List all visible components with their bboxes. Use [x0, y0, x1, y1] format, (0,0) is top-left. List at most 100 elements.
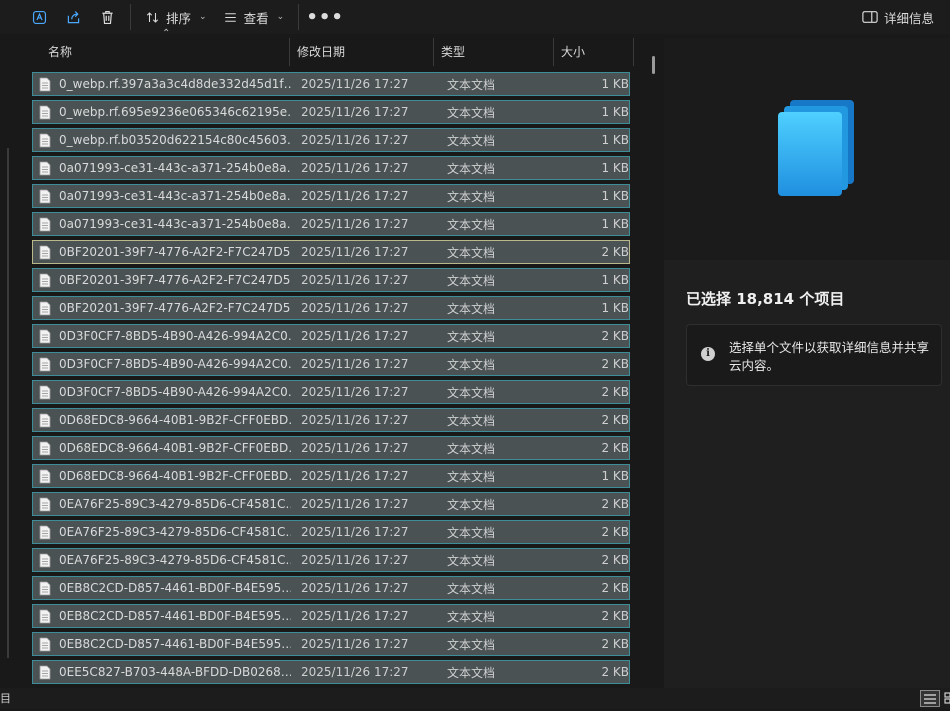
file-row[interactable]: 0EE5C827-B703-448A-BFDD-DB0268… 2025/11/2…: [32, 660, 630, 684]
file-list: ⌃ 名称 修改日期 类型 大小 0_webp.rf.397a3a3c4d8de3…: [0, 28, 662, 688]
tiles-view-button[interactable]: [942, 690, 950, 707]
text-file-icon: [39, 161, 51, 175]
vertical-scrollbar[interactable]: [652, 56, 655, 74]
text-file-icon: [39, 105, 51, 119]
details-view-button[interactable]: [920, 690, 940, 707]
column-size-label: 大小: [561, 45, 586, 59]
file-type: 文本文档: [447, 665, 496, 680]
file-row[interactable]: 0a071993-ce31-443c-a371-254b0e8a… 2025/11…: [32, 184, 630, 208]
text-file-icon: [39, 581, 51, 595]
file-row[interactable]: 0EA76F25-89C3-4279-85D6-CF4581C… 2025/11/…: [32, 520, 630, 544]
file-name: 0D3F0CF7-8BD5-4B90-A426-994A2C0…: [59, 329, 291, 343]
file-type: 文本文档: [447, 133, 496, 148]
file-row[interactable]: 0D68EDC8-9664-40B1-9B2F-CFF0EBD… 2025/11/…: [32, 436, 630, 460]
file-row[interactable]: 0BF20201-39F7-4776-A2F2-F7C247D5… 2025/11…: [32, 240, 630, 264]
file-date: 2025/11/26 17:27: [301, 441, 409, 455]
details-view-icon: [924, 694, 936, 704]
file-row[interactable]: 0EB8C2CD-D857-4461-BD0F-B4E595… 2025/11/2…: [32, 632, 630, 656]
file-name: 0_webp.rf.695e9236e065346c62195e…: [59, 105, 291, 119]
rename-icon: [32, 10, 46, 24]
info-text: 选择单个文件以获取详细信息并共享云内容。: [729, 340, 930, 373]
file-row[interactable]: 0a071993-ce31-443c-a371-254b0e8a… 2025/11…: [32, 212, 630, 236]
file-name: 0EB8C2CD-D857-4461-BD0F-B4E595…: [59, 637, 291, 651]
file-type: 文本文档: [447, 217, 496, 232]
column-name[interactable]: ⌃ 名称: [32, 28, 290, 66]
file-size: 1 KB: [601, 273, 629, 287]
file-type: 文本文档: [447, 357, 496, 372]
file-name: 0a071993-ce31-443c-a371-254b0e8a…: [59, 189, 291, 203]
file-type: 文本文档: [447, 189, 496, 204]
file-name: 0_webp.rf.397a3a3c4d8de332d45d1f…: [59, 77, 291, 91]
share-icon: [67, 10, 79, 23]
view-button[interactable]: 查看 ⌄: [215, 2, 293, 32]
file-type: 文本文档: [447, 497, 496, 512]
file-row[interactable]: 0EB8C2CD-D857-4461-BD0F-B4E595… 2025/11/2…: [32, 604, 630, 628]
column-size[interactable]: 大小: [554, 38, 634, 66]
text-file-icon: [39, 245, 51, 259]
file-type: 文本文档: [447, 525, 496, 540]
status-bar: 目: [0, 688, 950, 709]
file-row[interactable]: 0D68EDC8-9664-40B1-9B2F-CFF0EBD… 2025/11/…: [32, 408, 630, 432]
column-date[interactable]: 修改日期: [290, 38, 434, 66]
sort-label: 排序: [166, 10, 192, 26]
multiple-files-icon: [778, 100, 854, 196]
file-row[interactable]: 0BF20201-39F7-4776-A2F2-F7C247D5… 2025/11…: [32, 296, 630, 320]
toolbar-divider: [130, 4, 131, 30]
details-pane: 已选择 18,814 个项目 i 选择单个文件以获取详细信息并共享云内容。: [664, 38, 950, 688]
file-row[interactable]: 0_webp.rf.397a3a3c4d8de332d45d1f… 2025/11…: [32, 72, 630, 96]
text-file-icon: [39, 189, 51, 203]
file-size: 2 KB: [601, 581, 629, 595]
file-name: 0_webp.rf.b03520d622154c80c45603…: [59, 133, 291, 147]
file-name: 0EA76F25-89C3-4279-85D6-CF4581C…: [59, 497, 291, 511]
file-type: 文本文档: [447, 609, 496, 624]
file-size: 2 KB: [601, 609, 629, 623]
file-date: 2025/11/26 17:27: [301, 217, 409, 231]
file-type: 文本文档: [447, 385, 496, 400]
sort-icon: [146, 11, 159, 23]
file-row[interactable]: 0D3F0CF7-8BD5-4B90-A426-994A2C0… 2025/11/…: [32, 324, 630, 348]
file-date: 2025/11/26 17:27: [301, 497, 409, 511]
more-options-button[interactable]: •••: [305, 2, 345, 32]
file-date: 2025/11/26 17:27: [301, 553, 409, 567]
text-file-icon: [39, 273, 51, 287]
file-row[interactable]: 0EB8C2CD-D857-4461-BD0F-B4E595… 2025/11/2…: [32, 576, 630, 600]
text-file-icon: [39, 217, 51, 231]
file-row[interactable]: 0a071993-ce31-443c-a371-254b0e8a… 2025/11…: [32, 156, 630, 180]
file-size: 2 KB: [601, 553, 629, 567]
file-size: 1 KB: [601, 189, 629, 203]
file-name: 0D3F0CF7-8BD5-4B90-A426-994A2C0…: [59, 357, 291, 371]
sort-ascending-icon: ⌃: [162, 28, 171, 39]
file-row[interactable]: 0_webp.rf.695e9236e065346c62195e… 2025/11…: [32, 100, 630, 124]
toolbar-divider: [298, 4, 300, 30]
file-row[interactable]: 0EA76F25-89C3-4279-85D6-CF4581C… 2025/11/…: [32, 548, 630, 572]
sort-button[interactable]: 排序 ⌄: [137, 2, 215, 32]
column-header: ⌃ 名称 修改日期 类型 大小: [32, 28, 634, 66]
file-date: 2025/11/26 17:27: [301, 357, 409, 371]
delete-button[interactable]: [90, 2, 124, 32]
details-pane-button[interactable]: 详细信息: [854, 2, 942, 32]
file-name: 0EE5C827-B703-448A-BFDD-DB0268…: [59, 665, 291, 679]
file-row[interactable]: 0D3F0CF7-8BD5-4B90-A426-994A2C0… 2025/11/…: [32, 380, 630, 404]
file-row[interactable]: 0EA76F25-89C3-4279-85D6-CF4581C… 2025/11/…: [32, 492, 630, 516]
file-name: 0D3F0CF7-8BD5-4B90-A426-994A2C0…: [59, 385, 291, 399]
column-type[interactable]: 类型: [434, 38, 554, 66]
file-name: 0EB8C2CD-D857-4461-BD0F-B4E595…: [59, 609, 291, 623]
status-text: 目: [0, 692, 11, 705]
file-name: 0BF20201-39F7-4776-A2F2-F7C247D5…: [59, 301, 291, 315]
file-row[interactable]: 0_webp.rf.b03520d622154c80c45603… 2025/11…: [32, 128, 630, 152]
file-row[interactable]: 0D68EDC8-9664-40B1-9B2F-CFF0EBD… 2025/11/…: [32, 464, 630, 488]
file-type: 文本文档: [447, 301, 496, 316]
file-row[interactable]: 0BF20201-39F7-4776-A2F2-F7C247D5… 2025/11…: [32, 268, 630, 292]
file-type: 文本文档: [447, 161, 496, 176]
text-file-icon: [39, 413, 51, 427]
trash-icon: [101, 10, 113, 24]
file-name: 0D68EDC8-9664-40B1-9B2F-CFF0EBD…: [59, 413, 291, 427]
file-date: 2025/11/26 17:27: [301, 329, 409, 343]
share-button[interactable]: [56, 2, 90, 32]
file-date: 2025/11/26 17:27: [301, 189, 409, 203]
text-file-icon: [39, 665, 51, 679]
file-row[interactable]: 0D3F0CF7-8BD5-4B90-A426-994A2C0… 2025/11/…: [32, 352, 630, 376]
file-size: 1 KB: [601, 301, 629, 315]
file-size: 2 KB: [601, 665, 629, 679]
rename-button[interactable]: [22, 2, 56, 32]
